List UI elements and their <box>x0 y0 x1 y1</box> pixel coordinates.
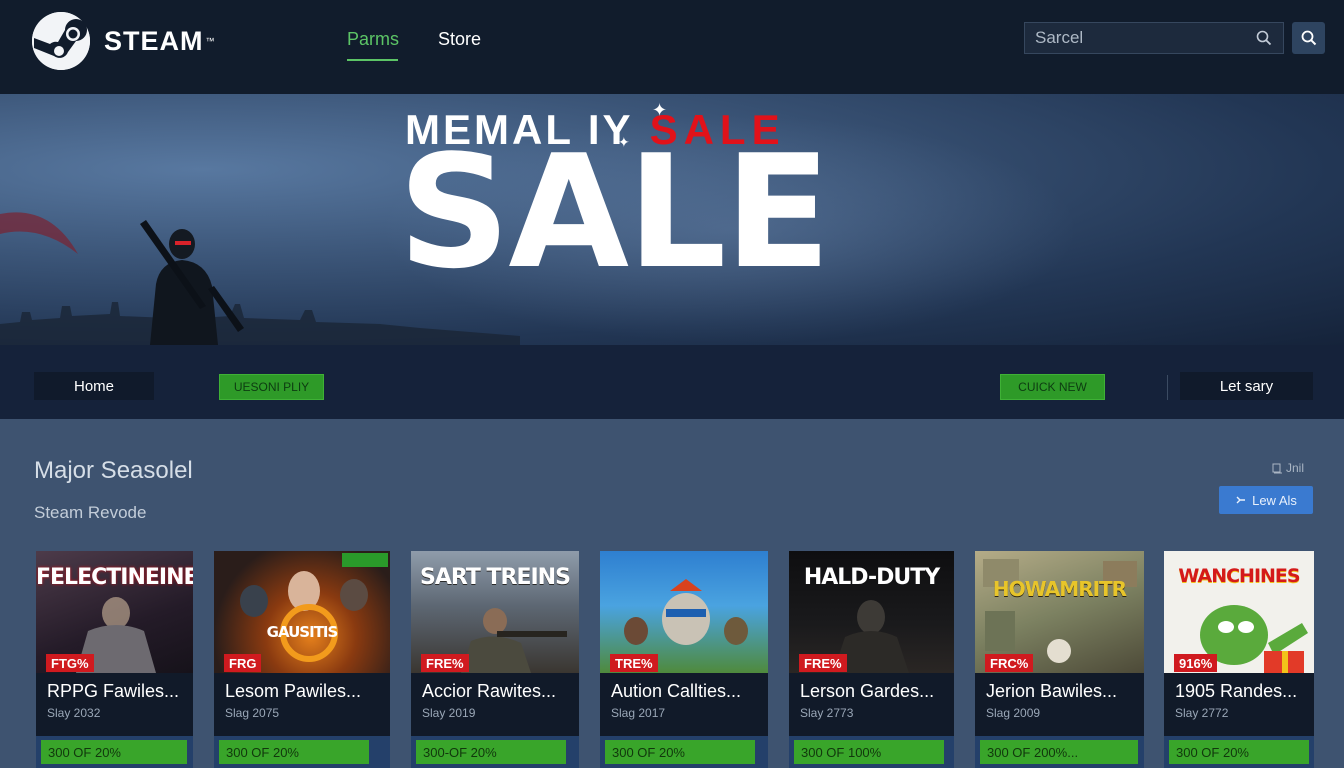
price-strip: 300-OF 20% <box>411 736 579 768</box>
brand-trademark: ™ <box>205 36 215 46</box>
section-title: Major Seasolel <box>34 457 193 484</box>
game-release-date: Slay 2773 <box>800 706 854 720</box>
game-release-date: Slag 2009 <box>986 706 1041 720</box>
game-title: Accior Rawites... <box>422 681 557 701</box>
home-button[interactable]: Home <box>34 372 154 400</box>
game-card-info: Lerson Gardes... Slay 2773 <box>789 673 954 736</box>
price-button[interactable]: 300 OF 20% <box>605 740 755 764</box>
divider <box>1167 375 1168 400</box>
search-input[interactable] <box>1025 28 1245 48</box>
game-title: Lesom Pawiles... <box>225 681 362 701</box>
steam-logo[interactable]: STEAM ™ <box>32 12 215 70</box>
discount-badge: FRG <box>224 654 262 672</box>
nav-item-store[interactable]: Store <box>438 29 481 50</box>
game-cover-title: FELECTINEINE <box>36 565 193 590</box>
game-release-date: Slay 2019 <box>422 706 476 720</box>
latest-button[interactable]: Let sary <box>1180 372 1313 400</box>
price-button[interactable]: 300 OF 200%... <box>980 740 1138 764</box>
filter-icon <box>1272 463 1282 473</box>
game-title: RPPG Fawiles... <box>47 681 180 701</box>
green-filter-button-1[interactable]: UESONI PLIY <box>219 374 324 400</box>
search-box[interactable] <box>1024 22 1284 54</box>
sparkle-icon: ✦ <box>652 100 668 120</box>
discount-badge: 916% <box>1174 654 1218 672</box>
game-title: Jerion Bawiles... <box>986 681 1118 701</box>
sparkle-icon: ✦ <box>618 134 630 150</box>
game-release-date: Slay 2032 <box>47 706 101 720</box>
game-cover-title: WANCHINES <box>1178 565 1300 587</box>
game-card-info: RPPG Fawiles... Slay 2032 <box>36 673 193 736</box>
game-card[interactable]: FELECTINEINE FTG% RPPG Fawiles... Slay 2… <box>36 551 193 768</box>
price-button[interactable]: 300 OF 20% <box>219 740 369 764</box>
price-strip: 300 OF 20% <box>600 736 768 768</box>
sale-banner[interactable]: MEMAL IY SALE SALE ✦ ✦ <box>0 94 1344 345</box>
sub-navigation: Home UESONI PLIY CUICK NEW Let sary <box>0 345 1344 419</box>
nav-item-parms[interactable]: Parms <box>347 29 399 50</box>
soldier-figure-art <box>140 220 244 345</box>
top-bar: STEAM ™ Parms Store <box>0 0 1344 94</box>
game-card-info: Jerion Bawiles... Slag 2009 <box>975 673 1144 736</box>
section-subtitle: Steam Revode <box>34 503 147 522</box>
nav-active-indicator <box>347 59 398 61</box>
discount-badge: FRC% <box>985 654 1034 672</box>
game-card-info: Accior Rawites... Slay 2019 <box>411 673 579 736</box>
sale-headline-big: SALE <box>398 121 831 303</box>
link-icon <box>1236 496 1246 504</box>
steam-logo-icon <box>32 12 90 70</box>
game-card-info: 1905 Randes... Slay 2772 <box>1164 673 1314 736</box>
game-card-info: Aution Callties... Slag 2017 <box>600 673 768 736</box>
brand-name: STEAM <box>104 25 204 56</box>
game-card[interactable]: WANCHINES 916% 1905 Randes... Slay 2772 … <box>1164 551 1314 768</box>
filter-link[interactable]: Jnil <box>1272 461 1304 475</box>
red-decoration <box>0 212 78 254</box>
game-release-date: Slag 2075 <box>225 706 280 720</box>
filter-link-label: Jnil <box>1286 461 1305 475</box>
price-button[interactable]: 300 OF 20% <box>41 740 187 764</box>
game-title: 1905 Randes... <box>1175 681 1298 701</box>
game-cover-title: SART TREINS <box>420 565 571 590</box>
game-card-info: Lesom Pawiles... Slag 2075 <box>214 673 390 736</box>
game-release-date: Slay 2772 <box>1175 706 1229 720</box>
game-release-date: Slag 2017 <box>611 706 666 720</box>
game-card[interactable]: HOWAMRITR FRC% Jerion Bawiles... Slag 20… <box>975 551 1144 768</box>
price-button[interactable]: 300 OF 100% <box>794 740 944 764</box>
game-card[interactable]: GAUSITIS FRG Lesom Pawiles... Slag 2075 … <box>214 551 390 768</box>
price-strip: 300 OF 20% <box>36 736 193 768</box>
search-icon <box>1301 30 1316 46</box>
game-cover-title: GAUSITIS <box>266 623 339 641</box>
search-button[interactable] <box>1292 22 1325 54</box>
green-filter-button-2[interactable]: CUICK NEW <box>1000 374 1105 400</box>
price-button[interactable]: 300 OF 20% <box>1169 740 1309 764</box>
search-icon <box>1255 29 1273 52</box>
price-button[interactable]: 300-OF 20% <box>416 740 566 764</box>
price-strip: 300 OF 20% <box>1164 736 1314 768</box>
view-all-button[interactable]: Lew Als <box>1219 486 1313 514</box>
discount-badge: FRE% <box>799 654 847 672</box>
price-strip: 300 OF 20% <box>214 736 390 768</box>
view-all-label: Lew Als <box>1252 492 1297 508</box>
price-strip: 300 OF 100% <box>789 736 954 768</box>
discount-badge: FTG% <box>46 654 94 672</box>
game-title: Lerson Gardes... <box>800 681 935 701</box>
game-card[interactable]: SART TREINS FRE% Accior Rawites... Slay … <box>411 551 579 768</box>
game-cover-title: HALD-DUTY <box>803 565 940 590</box>
discount-badge: TRE% <box>610 654 658 672</box>
discount-badge: FRE% <box>421 654 469 672</box>
game-cover-title: HOWAMRITR <box>992 577 1127 601</box>
game-card[interactable]: TRE% Aution Callties... Slag 2017 300 OF… <box>600 551 768 768</box>
price-strip: 300 OF 200%... <box>975 736 1144 768</box>
game-card[interactable]: HALD-DUTY FRE% Lerson Gardes... Slay 277… <box>789 551 954 768</box>
game-title: Aution Callties... <box>611 681 742 701</box>
tag-badge <box>342 553 388 567</box>
